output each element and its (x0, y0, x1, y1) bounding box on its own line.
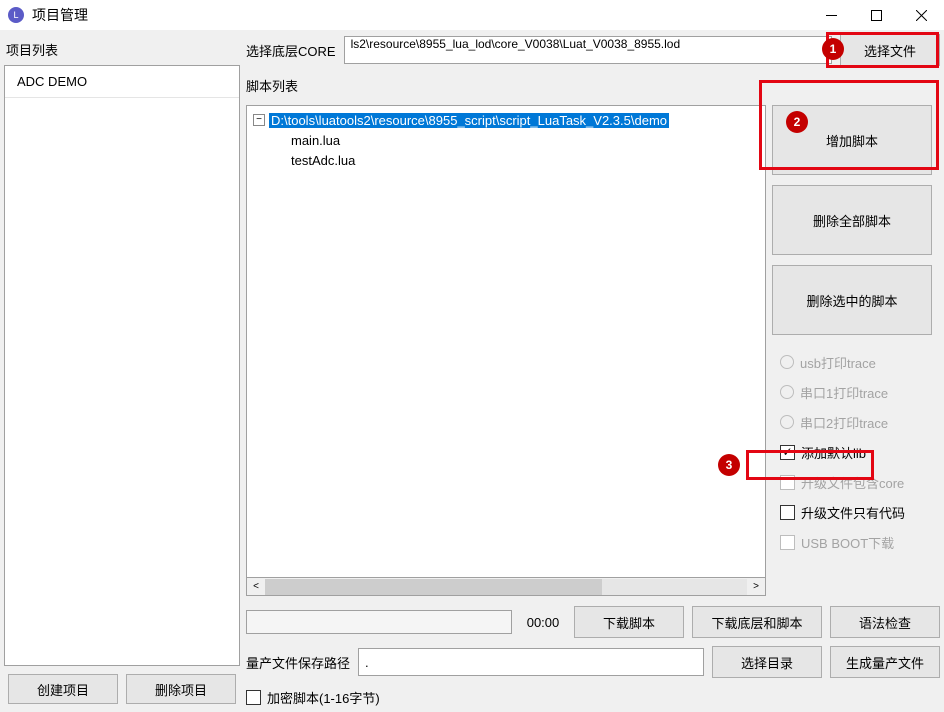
radio-serial1-trace[interactable]: 串口1打印trace (780, 381, 940, 403)
checkbox-icon (780, 475, 795, 490)
checkbox-icon (780, 445, 795, 460)
checkbox-icon (780, 535, 795, 550)
horizontal-scrollbar[interactable]: < > (246, 578, 766, 596)
window-title: 项目管理 (32, 5, 809, 25)
radio-usb-trace[interactable]: usb打印trace (780, 351, 940, 373)
syntax-check-button[interactable]: 语法检查 (830, 606, 940, 638)
choose-directory-button[interactable]: 选择目录 (712, 646, 822, 678)
maximize-button[interactable] (854, 0, 899, 30)
script-list-label: 脚本列表 (246, 72, 940, 99)
radio-icon (780, 415, 794, 429)
scroll-left-arrow[interactable]: < (247, 579, 265, 595)
mass-path-input[interactable] (358, 648, 704, 676)
generate-mass-file-button[interactable]: 生成量产文件 (830, 646, 940, 678)
tree-file-row[interactable]: main.lua (247, 130, 765, 150)
close-button[interactable] (899, 0, 944, 30)
checkbox-usb-boot[interactable]: USB BOOT下载 (780, 531, 940, 553)
checkbox-icon (780, 505, 795, 520)
scroll-thumb[interactable] (265, 579, 602, 595)
timer-label: 00:00 (520, 615, 566, 630)
delete-all-scripts-button[interactable]: 删除全部脚本 (772, 185, 932, 255)
tree-file-row[interactable]: testAdc.lua (247, 150, 765, 170)
radio-icon (780, 355, 794, 369)
checkbox-only-code[interactable]: 升级文件只有代码 (780, 501, 940, 523)
scroll-right-arrow[interactable]: > (747, 579, 765, 595)
mass-path-label: 量产文件保存路径 (246, 653, 350, 672)
project-item[interactable]: ADC DEMO (5, 66, 239, 98)
add-script-button[interactable]: 增加脚本 (772, 105, 932, 175)
choose-file-button[interactable]: 选择文件 (840, 34, 940, 66)
create-project-button[interactable]: 创建项目 (8, 674, 118, 704)
download-core-and-script-button[interactable]: 下载底层和脚本 (692, 606, 822, 638)
checkbox-add-default-lib[interactable]: 添加默认lib (780, 441, 940, 463)
minimize-button[interactable] (809, 0, 854, 30)
download-script-button[interactable]: 下载脚本 (574, 606, 684, 638)
core-label: 选择底层CORE (246, 41, 336, 60)
radio-serial2-trace[interactable]: 串口2打印trace (780, 411, 940, 433)
delete-selected-script-button[interactable]: 删除选中的脚本 (772, 265, 932, 335)
tree-collapse-icon[interactable]: − (253, 114, 265, 126)
app-icon: L (8, 7, 24, 23)
title-bar: L 项目管理 (0, 0, 944, 30)
tree-folder-row[interactable]: − D:\tools\luatools2\resource\8955_scrip… (247, 110, 765, 130)
core-path-input[interactable]: ls2\resource\8955_lua_lod\core_V0038\Lua… (344, 36, 832, 64)
checkbox-encrypt-script[interactable]: 加密脚本(1-16字节) (246, 686, 380, 708)
project-list-label: 项目列表 (4, 34, 240, 65)
project-list[interactable]: ADC DEMO (4, 65, 240, 666)
radio-icon (780, 385, 794, 399)
delete-project-button[interactable]: 删除项目 (126, 674, 236, 704)
checkbox-include-core[interactable]: 升级文件包含core (780, 471, 940, 493)
checkbox-icon (246, 690, 261, 705)
progress-bar (246, 610, 512, 634)
script-tree[interactable]: − D:\tools\luatools2\resource\8955_scrip… (246, 105, 766, 578)
